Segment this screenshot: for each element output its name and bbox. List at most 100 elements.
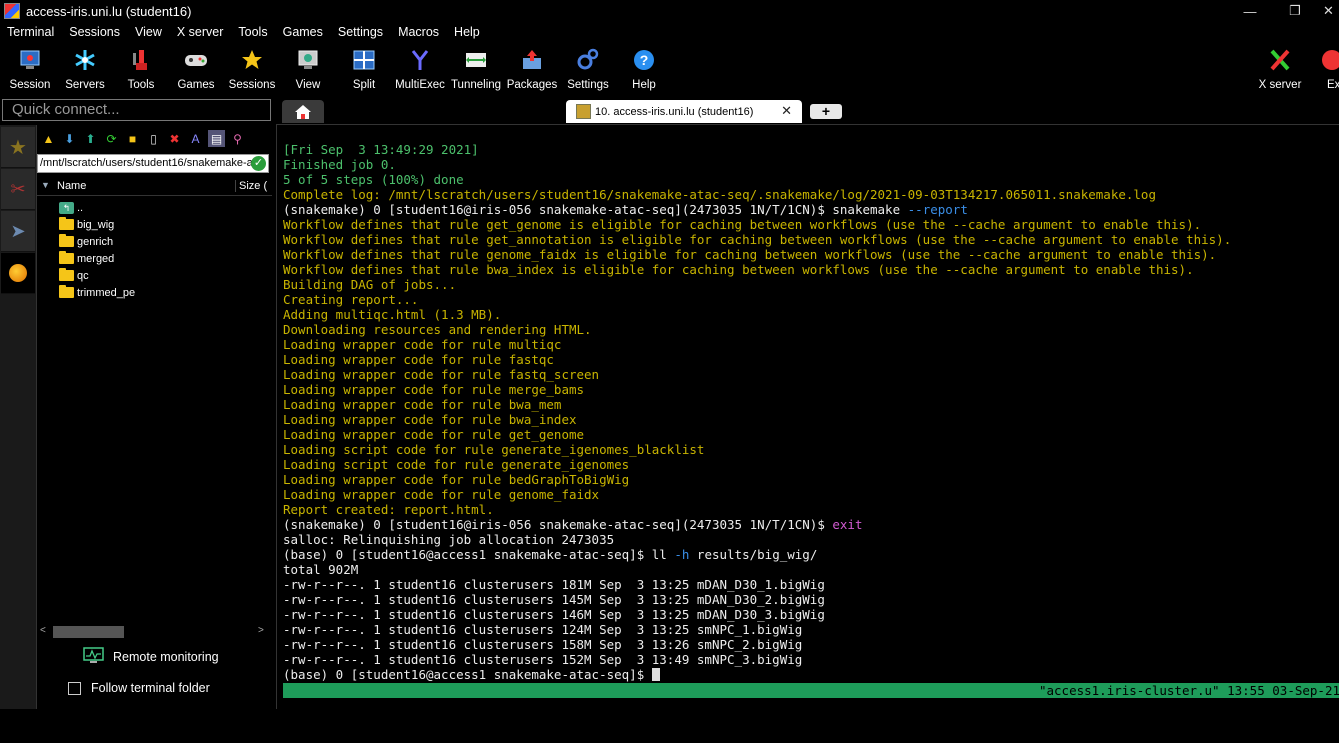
remote-monitoring-button[interactable]: Remote monitoring: [83, 647, 219, 667]
x-server-button[interactable]: X server: [1252, 45, 1308, 91]
terminal-line: (base) 0 [student16@access1 snakemake-at…: [283, 547, 1231, 562]
terminal-text: Report created: report.html.: [283, 502, 494, 517]
gamepad-icon: [183, 47, 209, 73]
menu-view[interactable]: View: [128, 25, 170, 39]
scroll-left-icon[interactable]: <: [40, 625, 46, 636]
menu-games[interactable]: Games: [276, 25, 331, 39]
tunneling-icon: [463, 47, 489, 73]
menu-macros[interactable]: Macros: [391, 25, 447, 39]
column-name[interactable]: Name: [57, 180, 86, 192]
sessions-button[interactable]: Sessions: [224, 45, 280, 91]
file-row-merged[interactable]: merged: [37, 250, 272, 267]
menu-help[interactable]: Help: [447, 25, 488, 39]
quick-connect-input[interactable]: Quick connect...: [2, 99, 271, 121]
sftp-horizontal-scrollbar[interactable]: < >: [37, 625, 272, 639]
terminal-follow-icon[interactable]: ⚲: [229, 130, 246, 147]
terminal-line: -rw-r--r--. 1 student16 clusterusers 146…: [283, 607, 1231, 622]
sort-caret-icon[interactable]: ▼: [41, 180, 50, 190]
terminal-text: Workflow defines that rule get_genome is…: [283, 217, 1202, 232]
file-row-parent[interactable]: ↰..: [37, 199, 272, 216]
games-button[interactable]: Games: [168, 45, 224, 91]
menu-bar: Terminal Sessions View X server Tools Ga…: [0, 22, 1339, 42]
tunneling-button[interactable]: Tunneling: [448, 45, 504, 91]
paper-plane-icon: ➤: [10, 220, 26, 241]
main-toolbar: Session Servers Tools Games Sessions Vie…: [0, 43, 1339, 95]
terminal-text: Finished job 0.: [283, 157, 396, 172]
sftp-path-input[interactable]: /mnt/lscratch/users/student16/snakemake-…: [37, 154, 269, 173]
folder-icon: [59, 268, 74, 281]
terminal-line: Building DAG of jobs...: [283, 277, 1231, 292]
file-row-genrich[interactable]: genrich: [37, 233, 272, 250]
tools-icon: ✂: [10, 178, 26, 199]
download-icon[interactable]: ⬇: [61, 130, 78, 147]
new-tab-button[interactable]: +: [810, 104, 842, 119]
tools-side-tab[interactable]: ✂: [1, 169, 35, 210]
new-folder-icon[interactable]: ■: [124, 130, 141, 147]
upload-icon[interactable]: ⬆: [82, 130, 99, 147]
terminal-line: Workflow defines that rule get_annotatio…: [283, 232, 1231, 247]
view-toggle-icon[interactable]: ▤: [208, 130, 225, 147]
terminal-line: Workflow defines that rule genome_faidx …: [283, 247, 1231, 262]
macros-side-tab[interactable]: ➤: [1, 211, 35, 252]
folder-up-icon[interactable]: ▲: [40, 130, 57, 147]
terminal-line: Loading wrapper code for rule get_genome: [283, 427, 1231, 442]
close-window-button[interactable]: ✕: [1318, 0, 1339, 22]
file-row-qc[interactable]: qc: [37, 267, 272, 284]
multiexec-icon: [407, 47, 433, 73]
x-server-icon: [1267, 47, 1293, 73]
view-button[interactable]: View: [280, 45, 336, 91]
minimize-button[interactable]: —: [1230, 0, 1270, 22]
home-icon: [295, 104, 311, 119]
packages-icon: [519, 47, 545, 73]
terminal-text: -rw-r--r--. 1 student16 clusterusers 124…: [283, 622, 803, 637]
menu-x-server[interactable]: X server: [170, 25, 232, 39]
terminal-line: Loading script code for rule generate_ig…: [283, 457, 1231, 472]
exit-button[interactable]: Ex: [1313, 45, 1339, 91]
terminal-text: Workflow defines that rule get_annotatio…: [283, 232, 1232, 247]
sftp-browser: ▲ ⬇ ⬆ ⟳ ■ ▯ ✖ A ▤ ⚲ /mnt/lscratch/users/…: [37, 125, 272, 709]
rename-icon[interactable]: A: [187, 130, 204, 147]
sessions-side-tab[interactable]: ★: [1, 127, 35, 168]
session-button[interactable]: Session: [2, 45, 58, 91]
sftp-side-tab[interactable]: [1, 253, 35, 294]
follow-terminal-folder-checkbox[interactable]: Follow terminal folder: [68, 681, 210, 695]
restore-button[interactable]: ❐: [1275, 0, 1315, 22]
session-tab-active[interactable]: 10. access-iris.uni.lu (student16) ✕: [566, 100, 802, 123]
terminal-text: exit: [832, 517, 863, 532]
help-button[interactable]: ? Help: [616, 45, 672, 91]
gear-icon: [575, 47, 601, 73]
checkmark-icon[interactable]: ✓: [251, 156, 266, 171]
servers-button[interactable]: Servers: [57, 45, 113, 91]
menu-settings[interactable]: Settings: [331, 25, 391, 39]
terminal-text: Complete log: /mnt/lscratch/users/studen…: [283, 187, 1156, 202]
menu-tools[interactable]: Tools: [231, 25, 275, 39]
checkbox-box[interactable]: [68, 681, 81, 695]
menu-terminal[interactable]: Terminal: [0, 25, 62, 39]
terminal-line: Workflow defines that rule bwa_index is …: [283, 262, 1231, 277]
scroll-thumb[interactable]: [53, 626, 124, 638]
new-file-icon[interactable]: ▯: [145, 130, 162, 147]
terminal-pane[interactable]: [Fri Sep 3 13:49:29 2021] Finished job 0.…: [276, 124, 1339, 713]
terminal-line: Loading wrapper code for rule multiqc: [283, 337, 1231, 352]
home-tab[interactable]: [282, 100, 324, 123]
tools-button[interactable]: Tools: [113, 45, 169, 91]
split-button[interactable]: Split: [336, 45, 392, 91]
menu-sessions[interactable]: Sessions: [62, 25, 128, 39]
terminal-line: salloc: Relinquishing job allocation 247…: [283, 532, 1231, 547]
svg-text:?: ?: [640, 52, 649, 68]
monitor-icon: [83, 647, 104, 667]
close-tab-icon[interactable]: ✕: [781, 103, 792, 119]
refresh-icon[interactable]: ⟳: [103, 130, 120, 147]
column-size[interactable]: Size (: [235, 180, 273, 192]
power-icon: [1319, 47, 1339, 73]
multiexec-button[interactable]: MultiExec: [392, 45, 448, 91]
terminal-line: -rw-r--r--. 1 student16 clusterusers 158…: [283, 637, 1231, 652]
file-row-trimmed-pe[interactable]: trimmed_pe: [37, 284, 272, 301]
packages-button[interactable]: Packages: [504, 45, 560, 91]
settings-button[interactable]: Settings: [560, 45, 616, 91]
delete-icon[interactable]: ✖: [166, 130, 183, 147]
file-row-big-wig[interactable]: big_wig: [37, 216, 272, 233]
terminal-line: Loading script code for rule generate_ig…: [283, 442, 1231, 457]
scroll-right-icon[interactable]: >: [258, 625, 264, 636]
servers-icon: [72, 47, 98, 73]
